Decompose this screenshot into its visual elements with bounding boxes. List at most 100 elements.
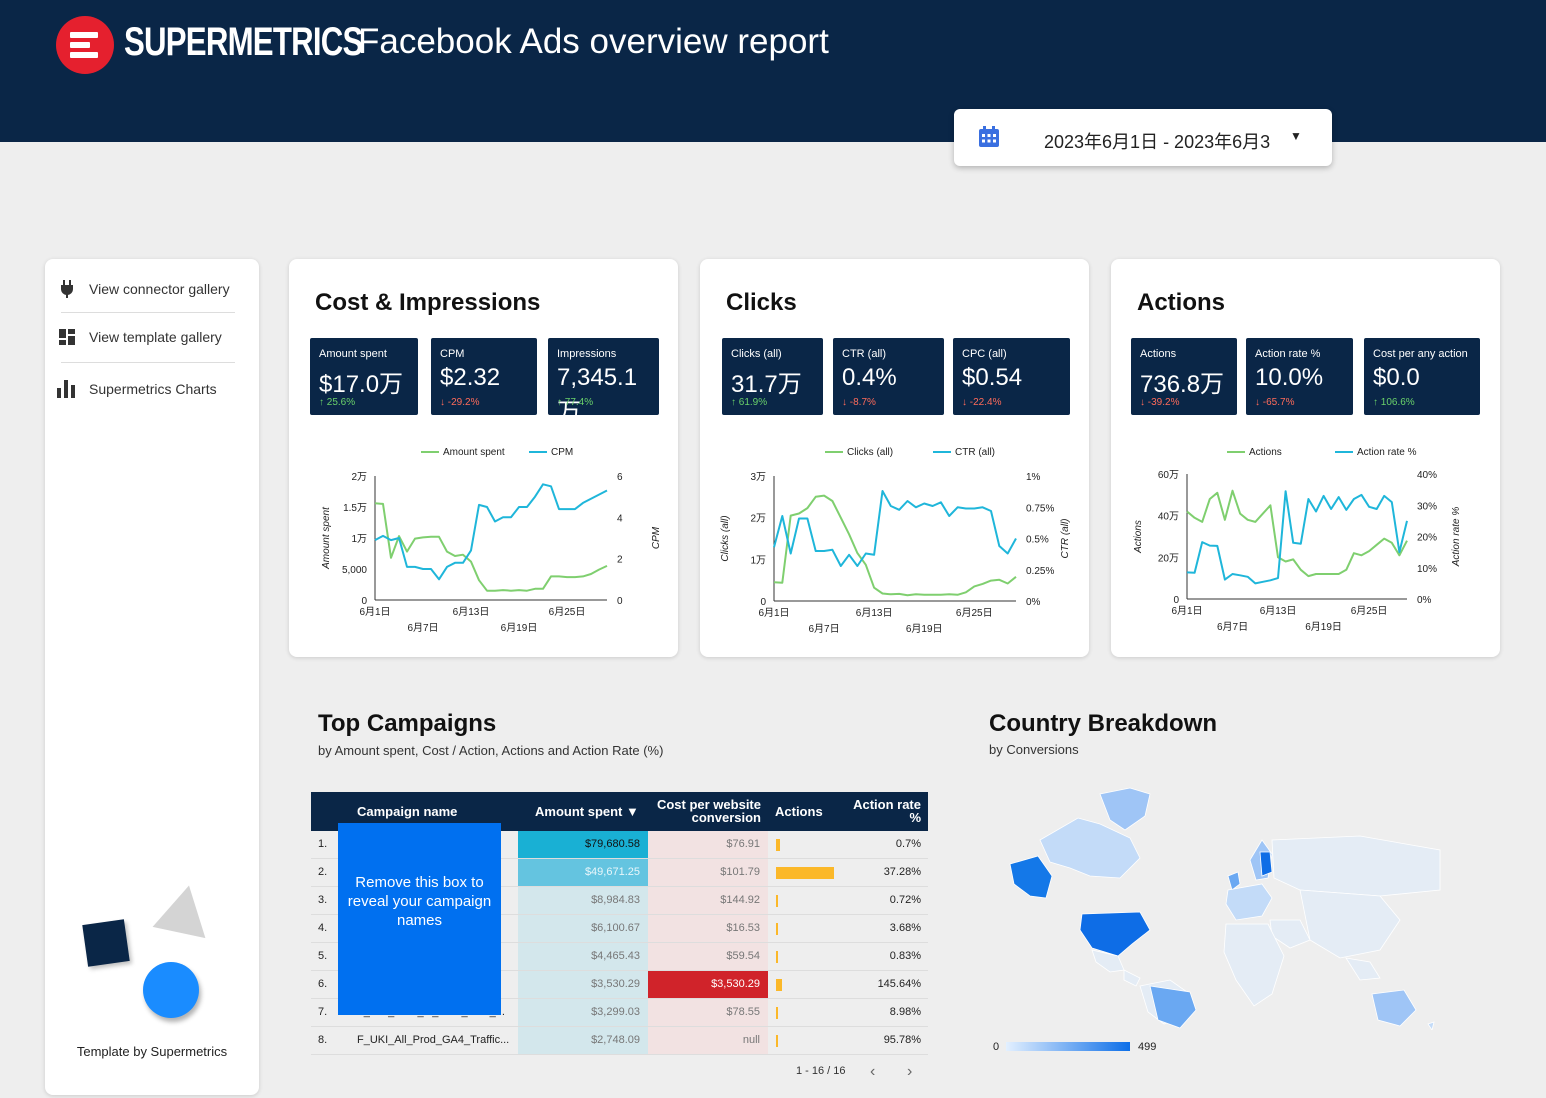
y2-tick-label: 0% [1417, 595, 1432, 606]
kpi-delta: ↑ 25.6% [319, 397, 356, 408]
y-tick-label: 60万 [1158, 470, 1179, 481]
kpi-value: 31.7万 [731, 371, 802, 398]
x-tick-label: 6月19日 [906, 623, 943, 635]
actions-bar [776, 895, 778, 907]
sidebar-item-template-gallery[interactable]: View template gallery [57, 313, 235, 361]
kpi-value: 736.8万 [1140, 371, 1225, 398]
kpi-delta: ↑ 106.6% [1373, 397, 1415, 408]
campaign-name-cell: F_UKI_All_Prod_GA4_Traffic... [357, 1034, 510, 1046]
map-southeast-asia [1345, 957, 1381, 981]
map-australia [1371, 989, 1417, 1027]
series-line-actions [1186, 489, 1408, 578]
kpi-value: 7,345.1万 [557, 364, 638, 426]
y-tick-label: 0 [760, 597, 766, 608]
actions-bar [776, 867, 834, 879]
amount-spent-cell: $3,299.03 [518, 999, 648, 1026]
sidebar: View connector gallery View template gal… [45, 259, 259, 1095]
kpi-action-rate: Action rate % 10.0% ↓ -65.7% [1246, 338, 1353, 415]
x-tick-label: 6月1日 [1171, 605, 1202, 617]
row-number: 8. [318, 1034, 328, 1046]
decorative-square [82, 919, 130, 967]
cost-per-conversion-cell: null [648, 1027, 768, 1054]
divider [61, 362, 235, 363]
grid-icon [57, 329, 77, 345]
amount-spent-cell: $4,465.43 [518, 943, 648, 970]
col-campaign-name[interactable]: Campaign name [357, 805, 457, 818]
date-range-picker[interactable]: 2023年6月1日 - 2023年6月3 ▼ [954, 109, 1332, 166]
y2-tick-label: 10% [1417, 564, 1437, 575]
country-breakdown-subtitle: by Conversions [989, 742, 1079, 757]
y2-tick-label: 20% [1417, 533, 1437, 544]
kpi-delta: ↓ -65.7% [1255, 397, 1295, 408]
kpi-label: CPM [440, 348, 465, 360]
kpi-value: 10.0% [1255, 364, 1324, 391]
kpi-label: CPC (all) [962, 348, 1007, 360]
kpi-actions: Actions 736.8万 ↓ -39.2% [1131, 338, 1237, 415]
y2-tick-label: 0.75% [1026, 503, 1054, 514]
amount-spent-cell: $3,530.29 [518, 971, 648, 998]
map-legend-min: 0 [993, 1041, 1000, 1053]
kpi-label: Action rate % [1255, 348, 1321, 360]
country-breakdown-title: Country Breakdown [989, 710, 1218, 737]
campaign-name-overlay[interactable]: Remove this box to reveal your campaign … [338, 823, 501, 1015]
y2-tick-label: 0 [617, 596, 623, 607]
col-amount-spent[interactable]: Amount spent ▼ [535, 805, 639, 818]
sidebar-item-supermetrics-charts[interactable]: Supermetrics Charts [57, 365, 235, 413]
x-tick-label: 6月7日 [1217, 621, 1248, 633]
decorative-triangle [152, 879, 216, 939]
kpi-impressions: Impressions 7,345.1万 ↑ 77.4% [548, 338, 659, 426]
kpi-value: 0.4% [842, 364, 897, 391]
actions-bar [776, 951, 778, 963]
x-tick-label: 6月1日 [359, 606, 390, 618]
chevron-right-icon[interactable]: › [907, 1063, 912, 1081]
y-axis-title: Actions [1133, 520, 1144, 554]
x-tick-label: 6月1日 [758, 607, 789, 619]
action-rate-cell: 3.68% [889, 922, 921, 934]
x-tick-label: 6月25日 [549, 606, 586, 618]
x-tick-label: 6月19日 [1305, 621, 1342, 633]
kpi-ctr: CTR (all) 0.4% ↓ -8.7% [833, 338, 944, 415]
cost-per-conversion-cell: $78.55 [648, 999, 768, 1026]
y2-tick-label: 0.25% [1026, 566, 1054, 577]
kpi-delta: ↓ -39.2% [1140, 397, 1180, 408]
world-map [1009, 787, 1441, 1030]
x-tick-label: 6月7日 [809, 623, 840, 635]
map-russia [1271, 835, 1441, 897]
actions-cell [768, 887, 840, 914]
chevron-left-icon[interactable]: ‹ [870, 1063, 875, 1081]
y-tick-label: 2万 [750, 514, 766, 525]
x-tick-label: 6月13日 [1260, 605, 1297, 617]
kpi-label: Amount spent [319, 348, 387, 360]
map-alaska [1009, 855, 1053, 899]
y-tick-label: 40万 [1158, 512, 1179, 523]
kpi-cost-per-action: Cost per any action $0.0 ↑ 106.6% [1364, 338, 1480, 415]
bar-chart-icon [57, 380, 77, 398]
card-title: Cost & Impressions [315, 289, 541, 316]
sidebar-item-connector-gallery[interactable]: View connector gallery [57, 265, 235, 313]
action-rate-cell: 95.78% [883, 1034, 921, 1046]
pagination-label: 1 - 16 / 16 [796, 1065, 846, 1077]
y-tick-label: 0 [1173, 595, 1179, 606]
series-line-cpm [374, 483, 608, 581]
y2-tick-label: 0.5% [1026, 535, 1049, 546]
map-legend-max: 499 [1138, 1041, 1157, 1053]
col-cost-per-conversion[interactable]: Cost per website conversion [651, 798, 761, 824]
x-tick-label: 6月13日 [453, 606, 490, 618]
actions-cell [768, 1027, 840, 1054]
kpi-cpc: CPC (all) $0.54 ↓ -22.4% [953, 338, 1070, 415]
action-rate-cell: 0.83% [889, 950, 921, 962]
col-action-rate[interactable]: Action rate % [847, 798, 921, 824]
table-row[interactable]: 8. F_UKI_All_Prod_GA4_Traffic... $2,748.09… [311, 1027, 928, 1055]
kpi-value: $0.54 [962, 364, 1023, 391]
y-tick-label: 3万 [750, 472, 766, 483]
actions-chart: Actions Action rate % 0 20万 40万 60万 0% 10% 20% 30… [1133, 447, 1462, 633]
col-actions[interactable]: Actions [775, 805, 823, 818]
calendar-icon [979, 126, 999, 147]
chevron-down-icon[interactable]: ▼ [1290, 129, 1302, 143]
top-campaigns-subtitle: by Amount spent, Cost / Action, Actions … [318, 743, 664, 758]
kpi-delta: ↓ -29.2% [440, 397, 480, 408]
action-rate-cell: 37.28% [883, 866, 921, 878]
map-legend-gradient [1006, 1042, 1130, 1051]
y2-tick-label: 1% [1026, 472, 1041, 483]
map-europe [1225, 883, 1273, 921]
